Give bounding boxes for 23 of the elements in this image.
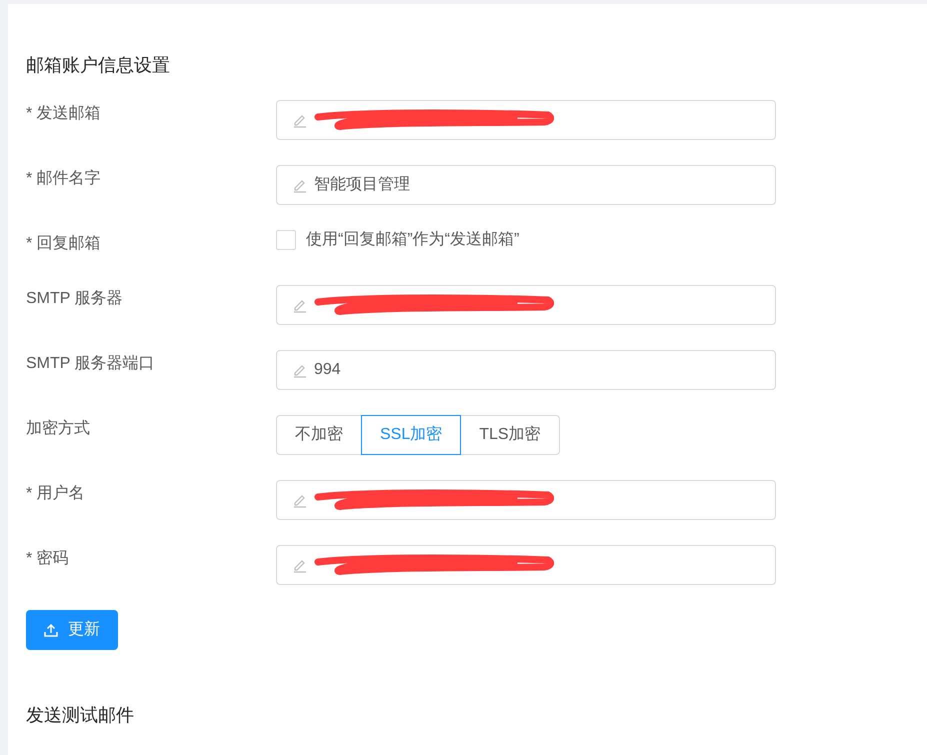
- field-label: SMTP 服务器端口: [26, 354, 156, 374]
- field-value: 智能项目管理: [314, 175, 410, 195]
- checkbox-label: 使用“回复邮箱”作为“发送邮箱”: [306, 230, 520, 250]
- section-title: 发送测试邮件: [26, 704, 135, 727]
- field-label: SMTP 服务器: [26, 289, 124, 309]
- upload-icon: [44, 623, 58, 637]
- field-label: * 回复邮箱: [26, 234, 102, 254]
- field-label: 加密方式: [26, 418, 91, 439]
- field-label: * 用户名: [26, 484, 86, 504]
- input-field[interactable]: [276, 480, 776, 520]
- encryption-option[interactable]: 不加密: [276, 415, 362, 455]
- checkbox[interactable]: [276, 230, 296, 250]
- input-field[interactable]: 智能项目管理: [276, 165, 776, 205]
- encryption-option[interactable]: TLS加密: [460, 415, 560, 455]
- field-value: 994: [314, 360, 341, 380]
- input-field[interactable]: [276, 545, 776, 585]
- input-field[interactable]: 994: [276, 350, 776, 390]
- field-label: * 密码: [26, 548, 70, 569]
- field-label: * 发送邮箱: [26, 104, 102, 124]
- field-label: * 邮件名字: [26, 168, 102, 189]
- input-field[interactable]: [276, 285, 776, 325]
- section-title: 邮箱账户信息设置: [26, 54, 171, 77]
- input-field[interactable]: [276, 100, 776, 140]
